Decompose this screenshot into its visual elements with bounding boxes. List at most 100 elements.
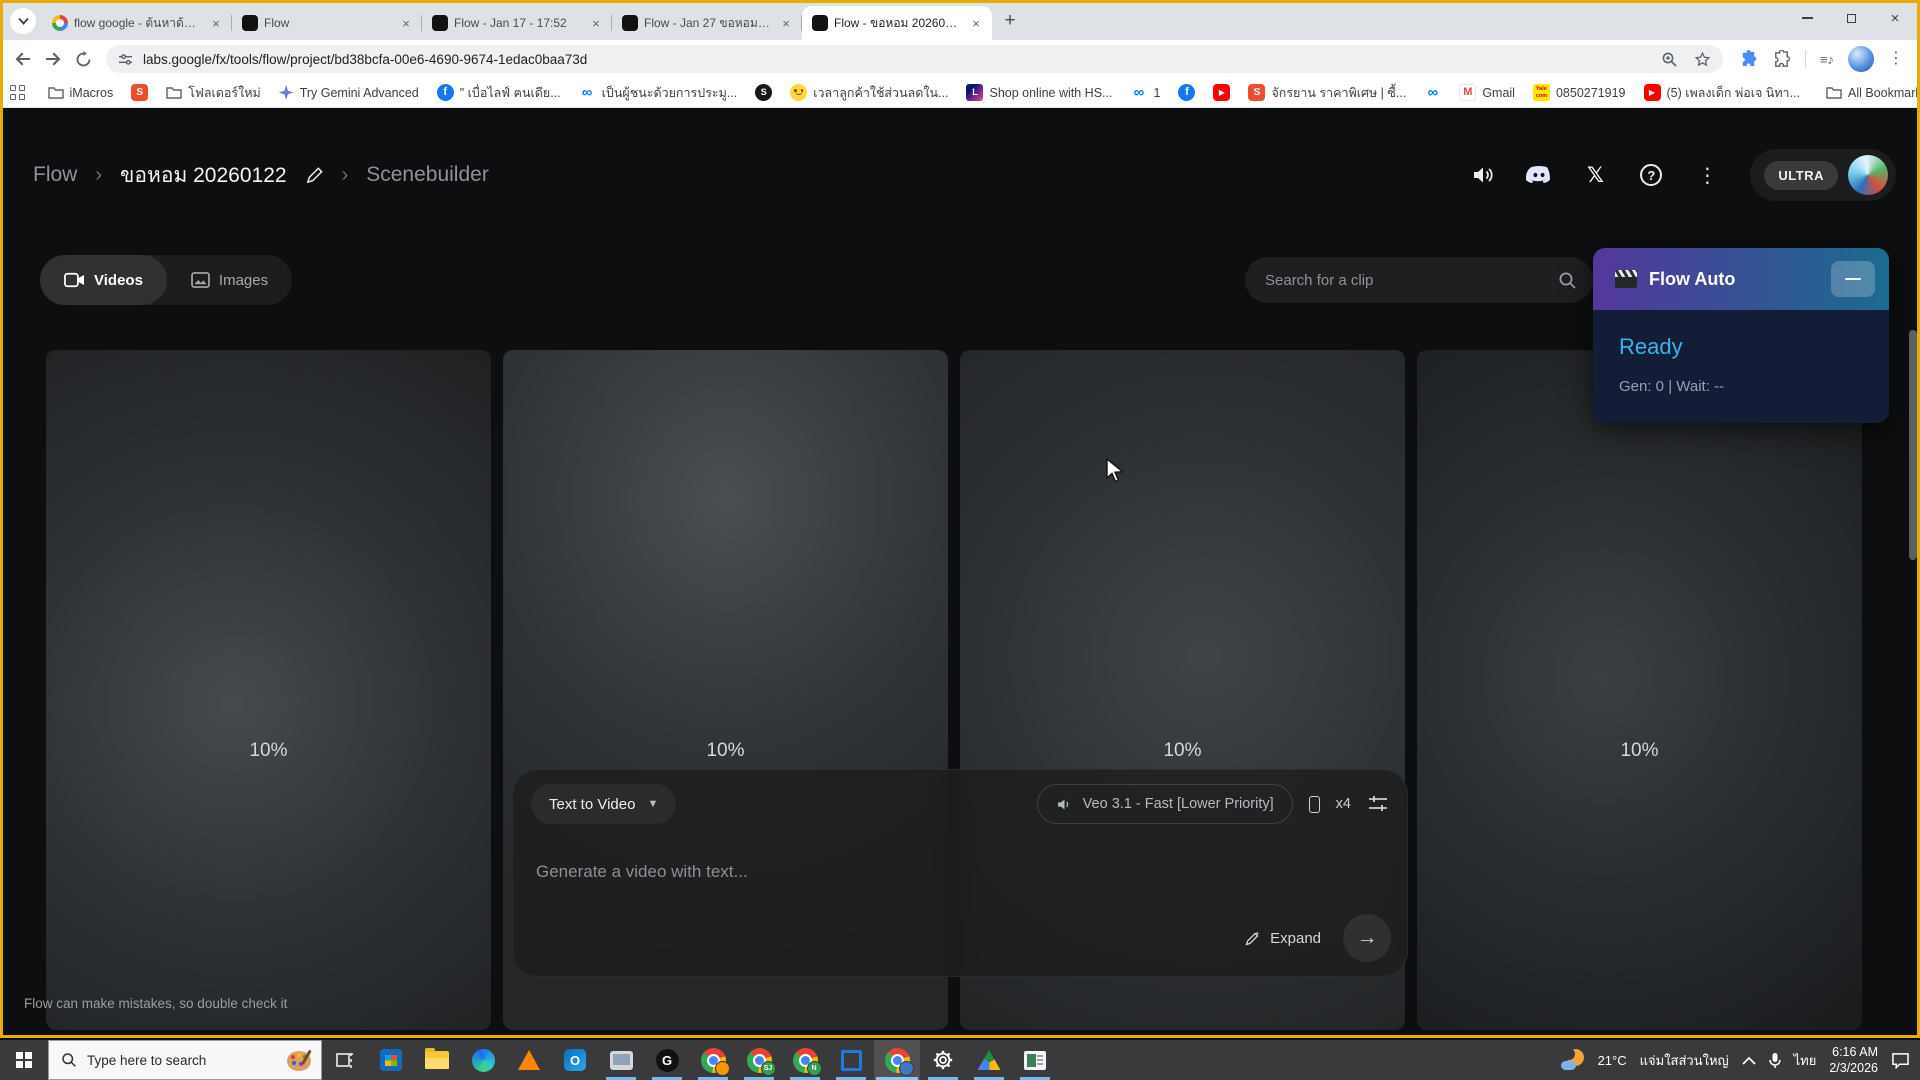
tab-2[interactable]: Flow × [232, 6, 422, 40]
bookmark-meta-1[interactable]: ∞ เป็นผู้ชนะด้วยการประมู... [572, 81, 745, 105]
task-view-button[interactable] [322, 1040, 368, 1080]
profile-avatar[interactable] [1848, 46, 1874, 72]
bookmark-shopee[interactable]: S [124, 82, 155, 103]
browser-menu-icon[interactable]: ⋮ [1888, 51, 1904, 67]
tab-close-icon[interactable]: × [588, 15, 604, 31]
minimize-panel-button[interactable] [1831, 261, 1875, 297]
help-button[interactable]: ? [1638, 162, 1664, 188]
breadcrumb-project-title[interactable]: ขอหอม 20260122 [120, 159, 287, 192]
bookmark-meta-3[interactable]: ∞ [1417, 82, 1448, 103]
tray-expand-chevron-icon[interactable] [1742, 1056, 1756, 1065]
taskbar-app-explorer[interactable] [414, 1040, 460, 1080]
bookmark-shopee-2[interactable]: S จักรยาน ราคาพิเศษ | ซื้... [1241, 81, 1413, 105]
page-scrollbar[interactable] [1909, 330, 1917, 560]
taskbar-app-edge[interactable] [460, 1040, 506, 1080]
bookmark-folder-new[interactable]: โฟลเดอร์ใหม่ [159, 81, 267, 105]
bookmark-youtube-2[interactable]: ▶ (5) เพลงเด็ก พ่อเจ นิทา... [1637, 81, 1808, 105]
bookmark-gmail[interactable]: M Gmail [1452, 82, 1522, 103]
tab-close-icon[interactable]: × [968, 15, 984, 31]
taskbar-app-chrome-active[interactable] [874, 1040, 920, 1080]
account-pill[interactable]: ULTRA [1750, 149, 1896, 201]
output-count[interactable]: x4 [1336, 796, 1351, 812]
apps-grid-icon[interactable] [10, 85, 25, 100]
tab-3[interactable]: Flow - Jan 17 - 17:52 × [422, 6, 612, 40]
sound-button[interactable] [1470, 162, 1496, 188]
start-button[interactable] [0, 1040, 48, 1080]
new-tab-button[interactable]: + [996, 7, 1024, 35]
taskbar-app-chrome-2[interactable]: SJ [736, 1040, 782, 1080]
bookmark-gemini[interactable]: Try Gemini Advanced [272, 83, 426, 102]
bookmark-youtube-1[interactable]: ▶ [1206, 82, 1237, 103]
notification-center-icon[interactable] [1891, 1052, 1910, 1069]
breadcrumb-flow[interactable]: Flow [33, 163, 77, 187]
bookmark-facebook-2[interactable]: f [1171, 82, 1202, 103]
tab-search-button[interactable] [10, 8, 36, 34]
mode-selector[interactable]: Text to Video ▼ [531, 784, 676, 824]
bookmark-emoji-site[interactable]: เวลาลูกค้าใช้ส่วนลดใน... [783, 81, 955, 105]
pinned-extension-icon[interactable] [1739, 50, 1758, 69]
tab-1[interactable]: flow google - ต้นหาด้วย Google × [42, 6, 232, 40]
bookmark-lazada[interactable]: L Shop online with HS... [959, 82, 1119, 103]
back-button[interactable] [8, 44, 38, 74]
taskbar-app-settings[interactable] [920, 1040, 966, 1080]
media-controls-icon[interactable]: ≡♪ [1820, 52, 1834, 67]
input-language[interactable]: ไทย [1794, 1050, 1817, 1071]
taskbar-app-outlook[interactable]: O [552, 1040, 598, 1080]
prompt-input[interactable]: Generate a video with text... [536, 862, 748, 882]
bookmark-meta-2[interactable]: ∞ 1 [1123, 82, 1167, 103]
video-clip-card[interactable]: 10% [46, 350, 491, 1030]
bookmark-phone[interactable]: Yalecom 0850271919 [1526, 82, 1633, 103]
bookmark-folder-imacros[interactable]: iMacros [41, 84, 121, 102]
taskbar-app-monitor[interactable] [598, 1040, 644, 1080]
taskbar-app-chrome-1[interactable] [690, 1040, 736, 1080]
taskbar-app-report[interactable] [1012, 1040, 1058, 1080]
tab-title: Flow - Jan 17 - 17:52 [454, 16, 582, 30]
bookmark-star-icon[interactable] [1694, 51, 1711, 68]
model-selector[interactable]: Veo 3.1 - Fast [Lower Priority] [1037, 784, 1293, 824]
forward-button[interactable] [38, 44, 68, 74]
flow-menu-icon[interactable]: ⋮ [1694, 162, 1720, 188]
expand-button[interactable]: Expand [1244, 930, 1321, 947]
weather-description[interactable]: แจ่มใสส่วนใหญ่ [1640, 1050, 1729, 1071]
tune-settings-icon[interactable] [1367, 794, 1389, 814]
window-close-button[interactable]: × [1873, 3, 1917, 33]
x-twitter-icon[interactable]: 𝕏 [1582, 162, 1608, 188]
weather-icon[interactable] [1561, 1048, 1585, 1072]
tab-close-icon[interactable]: × [778, 15, 794, 31]
taskbar-app-drive[interactable] [966, 1040, 1012, 1080]
window-minimize-button[interactable] [1785, 3, 1829, 33]
flow-auto-header[interactable]: Flow Auto [1593, 248, 1889, 310]
tab-5-active[interactable]: Flow - ขอหอม 20260122 × [802, 6, 992, 40]
aspect-ratio-icon[interactable] [1309, 796, 1320, 813]
video-clip-card[interactable]: 10% [1417, 350, 1862, 1030]
zoom-icon[interactable] [1661, 51, 1678, 68]
taskbar-app-stream[interactable] [828, 1040, 874, 1080]
taskbar-app-store[interactable] [368, 1040, 414, 1080]
address-bar[interactable]: labs.google/fx/tools/flow/project/bd38bc… [106, 45, 1723, 73]
tab-4[interactable]: Flow - Jan 27 ขอหอม hd × [612, 6, 802, 40]
taskbar-search[interactable]: Type here to search [48, 1040, 322, 1080]
bookmark-facebook-1[interactable]: f " เบื่อไลฟ์ ฅนเดีย... [430, 81, 568, 105]
window-maximize-button[interactable] [1829, 3, 1873, 33]
tab-images[interactable]: Images [167, 255, 292, 305]
bookmark-dark-site[interactable]: S [748, 82, 779, 103]
all-bookmarks-button[interactable]: All Bookmarks [1819, 84, 1920, 102]
taskbar-app-logitech[interactable]: G [644, 1040, 690, 1080]
edit-pencil-icon[interactable] [305, 166, 324, 185]
breadcrumb-scenebuilder[interactable]: Scenebuilder [366, 163, 489, 187]
clock[interactable]: 6:16 AM 2/3/2026 [1829, 1044, 1878, 1077]
reload-button[interactable] [68, 44, 98, 74]
flow-auto-title: Flow Auto [1649, 269, 1819, 290]
extensions-icon[interactable] [1772, 50, 1791, 69]
tab-videos[interactable]: Videos [40, 255, 167, 305]
tab-close-icon[interactable]: × [208, 15, 224, 31]
tab-close-icon[interactable]: × [398, 15, 414, 31]
user-avatar[interactable] [1848, 155, 1888, 195]
taskbar-app-vlc[interactable] [506, 1040, 552, 1080]
generate-submit-button[interactable]: → [1343, 914, 1391, 962]
taskbar-app-chrome-3[interactable]: N [782, 1040, 828, 1080]
microphone-icon[interactable] [1769, 1052, 1781, 1069]
clip-search-input[interactable]: Search for a clip [1245, 257, 1593, 303]
temperature[interactable]: 21°C [1598, 1053, 1627, 1068]
discord-button[interactable] [1526, 162, 1552, 188]
